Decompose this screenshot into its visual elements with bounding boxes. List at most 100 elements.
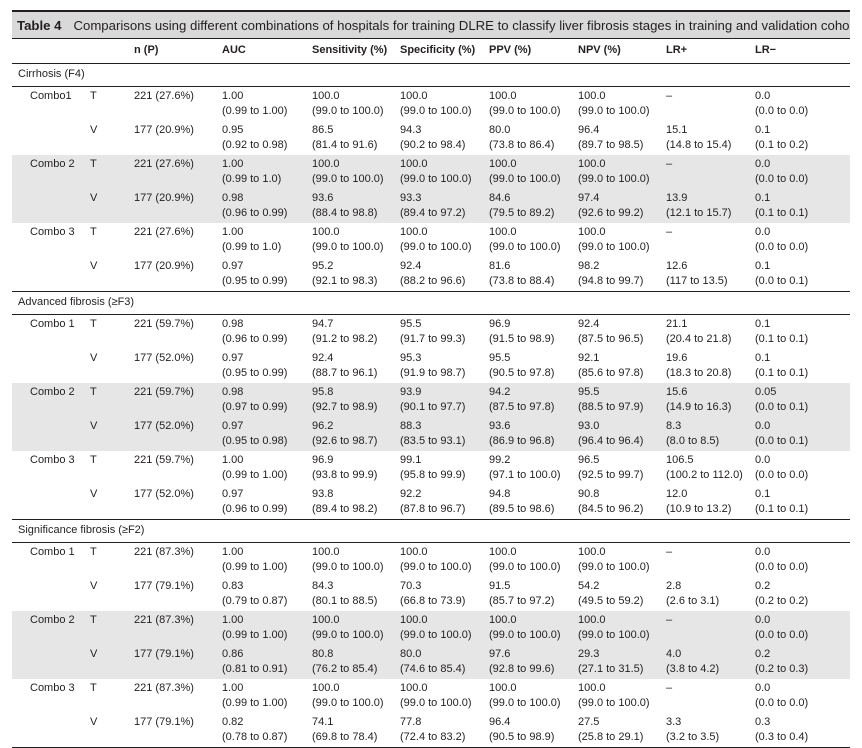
cell-lr-positive: 15.1 (14.8 to 15.4)	[666, 124, 732, 151]
cell-cohort: T	[90, 318, 97, 330]
cell-auc: 0.98 (0.96 to 0.99)	[222, 318, 288, 345]
table-row: V 177 (52.0%) 0.97 (0.95 to 0.98) 96.2 (92.…	[12, 417, 850, 451]
cell-n: 177 (20.9%)	[134, 260, 194, 272]
cell-cohort: T	[90, 454, 97, 466]
cell-sensitivity: 100.0 (99.0 to 100.0)	[312, 90, 384, 117]
header-specificity: Specificity (%)	[400, 44, 476, 56]
header-sensitivity: Sensitivity (%)	[312, 44, 388, 56]
cell-n: 177 (20.9%)	[134, 192, 194, 204]
cell-combo: Combo 2	[30, 614, 75, 626]
cell-cohort: T	[90, 386, 97, 398]
table-row: V 177 (20.9%) 0.98 (0.96 to 0.99) 93.6 (88.…	[12, 189, 850, 223]
cell-auc: 0.86 (0.81 to 0.91)	[222, 648, 288, 675]
cell-sensitivity: 95.2 (92.1 to 98.3)	[312, 260, 378, 287]
cell-n: 221 (27.6%)	[134, 158, 194, 170]
cell-n: 221 (59.7%)	[134, 386, 194, 398]
cell-cohort: V	[90, 420, 98, 432]
table-row: Combo 2 T 221 (59.7%) 0.98 (0.97 to 0.99) 95…	[12, 383, 850, 417]
table-row: V 177 (52.0%) 0.97 (0.95 to 0.99) 92.4 (88.…	[12, 349, 850, 383]
cell-lr-negative: 0.0 (0.0 to 0.0)	[755, 90, 809, 117]
cell-ppv: 95.5 (90.5 to 97.8)	[489, 352, 555, 379]
cell-lr-positive: 8.3 (8.0 to 8.5)	[666, 420, 720, 447]
cell-ppv: 94.8 (89.5 to 98.6)	[489, 488, 555, 515]
cell-npv: 93.0 (96.4 to 96.4)	[578, 420, 644, 447]
cell-ppv: 94.2 (87.5 to 97.8)	[489, 386, 555, 413]
cell-n: 221 (59.7%)	[134, 318, 194, 330]
table-row: Combo 1 T 221 (87.3%) 1.00 (0.99 to 1.00) 10…	[12, 543, 850, 577]
cell-ppv: 100.0 (99.0 to 100.0)	[489, 158, 561, 185]
cell-specificity: 93.9 (90.1 to 97.7)	[400, 386, 466, 413]
cell-specificity: 94.3 (90.2 to 98.4)	[400, 124, 466, 151]
cell-npv: 98.2 (94.8 to 99.7)	[578, 260, 644, 287]
header-n: n (P)	[134, 44, 159, 56]
cell-sensitivity: 100.0 (99.0 to 100.0)	[312, 614, 384, 641]
cell-sensitivity: 100.0 (99.0 to 100.0)	[312, 226, 384, 253]
table-row: V 177 (79.1%) 0.86 (0.81 to 0.91) 80.8 (76.…	[12, 645, 850, 679]
cell-sensitivity: 74.1 (69.8 to 78.4)	[312, 716, 378, 743]
cell-n: 177 (79.1%)	[134, 648, 194, 660]
cell-npv: 90.8 (84.5 to 96.2)	[578, 488, 644, 515]
cell-auc: 0.82 (0.78 to 0.87)	[222, 716, 288, 743]
table-label: Table 4	[17, 17, 62, 33]
cell-n: 221 (87.3%)	[134, 682, 194, 694]
header-auc: AUC	[222, 44, 246, 56]
cell-lr-positive: –	[666, 682, 673, 694]
cell-cohort: V	[90, 124, 98, 136]
header-npv: NPV (%)	[578, 44, 621, 56]
cell-cohort: V	[90, 352, 98, 364]
cell-lr-negative: 0.2 (0.2 to 0.2)	[755, 580, 809, 607]
header-lr-positive: LR+	[666, 44, 688, 56]
cell-cohort: T	[90, 546, 97, 558]
cell-n: 177 (52.0%)	[134, 420, 194, 432]
cell-sensitivity: 94.7 (91.2 to 98.2)	[312, 318, 378, 345]
cell-ppv: 100.0 (99.0 to 100.0)	[489, 90, 561, 117]
cell-auc: 1.00 (0.99 to 1.00)	[222, 454, 288, 481]
cell-auc: 1.00 (0.99 to 1.0)	[222, 158, 282, 185]
cell-combo: Combo 1	[30, 318, 75, 330]
cell-specificity: 92.2 (87.8 to 96.7)	[400, 488, 466, 515]
table-row: V 177 (79.1%) 0.82 (0.78 to 0.87) 74.1 (69.…	[12, 713, 850, 748]
cell-lr-negative: 0.1 (0.1 to 0.1)	[755, 488, 809, 515]
cell-sensitivity: 95.8 (92.7 to 98.9)	[312, 386, 378, 413]
cell-cohort: T	[90, 614, 97, 626]
cell-sensitivity: 92.4 (88.7 to 96.1)	[312, 352, 378, 379]
table-row: Combo 3 T 221 (27.6%) 1.00 (0.99 to 1.0) 100…	[12, 223, 850, 257]
cell-ppv: 100.0 (99.0 to 100.0)	[489, 614, 561, 641]
cell-sensitivity: 100.0 (99.0 to 100.0)	[312, 682, 384, 709]
cell-lr-positive: 13.9 (12.1 to 15.7)	[666, 192, 732, 219]
cell-specificity: 99.1 (95.8 to 99.9)	[400, 454, 466, 481]
cell-sensitivity: 96.2 (92.6 to 98.7)	[312, 420, 378, 447]
table-row: Combo 1 T 221 (59.7%) 0.98 (0.96 to 0.99) 94…	[12, 315, 850, 349]
cell-specificity: 100.0 (99.0 to 100.0)	[400, 158, 472, 185]
cell-lr-positive: 4.0 (3.8 to 4.2)	[666, 648, 720, 675]
cell-lr-negative: 0.0 (0.0 to 0.0)	[755, 158, 809, 185]
cell-cohort: T	[90, 682, 97, 694]
cell-lr-positive: 3.3 (3.2 to 3.5)	[666, 716, 720, 743]
cell-lr-positive: 21.1 (20.4 to 21.8)	[666, 318, 732, 345]
table-row: Combo 3 T 221 (87.3%) 1.00 (0.99 to 1.00) 10…	[12, 679, 850, 713]
cell-ppv: 80.0 (73.8 to 86.4)	[489, 124, 555, 151]
cell-combo: Combo 3	[30, 226, 75, 238]
table-title: Comparisons using different combinations…	[73, 17, 850, 33]
cell-sensitivity: 84.3 (80.1 to 88.5)	[312, 580, 378, 607]
cell-npv: 29.3 (27.1 to 31.5)	[578, 648, 644, 675]
table-row: Combo 2 T 221 (87.3%) 1.00 (0.99 to 1.00) 10…	[12, 611, 850, 645]
cell-auc: 0.95 (0.92 to 0.98)	[222, 124, 288, 151]
cell-specificity: 100.0 (99.0 to 100.0)	[400, 226, 472, 253]
cell-specificity: 88.3 (83.5 to 93.1)	[400, 420, 466, 447]
cell-n: 221 (87.3%)	[134, 546, 194, 558]
cell-n: 177 (52.0%)	[134, 352, 194, 364]
cell-sensitivity: 96.9 (93.8 to 99.9)	[312, 454, 378, 481]
cell-cohort: V	[90, 716, 98, 728]
cell-ppv: 81.6 (73.8 to 88.4)	[489, 260, 555, 287]
cell-sensitivity: 86.5 (81.4 to 91.6)	[312, 124, 378, 151]
section-row: Cirrhosis (F4)	[12, 64, 850, 87]
cell-ppv: 100.0 (99.0 to 100.0)	[489, 682, 561, 709]
cell-sensitivity: 93.8 (89.4 to 98.2)	[312, 488, 378, 515]
cell-lr-positive: 19.6 (18.3 to 20.8)	[666, 352, 732, 379]
cell-npv: 27.5 (25.8 to 29.1)	[578, 716, 644, 743]
cell-auc: 0.83 (0.79 to 0.87)	[222, 580, 288, 607]
cell-cohort: V	[90, 260, 98, 272]
cell-cohort: T	[90, 226, 97, 238]
cell-npv: 100.0 (99.0 to 100.0)	[578, 546, 650, 573]
